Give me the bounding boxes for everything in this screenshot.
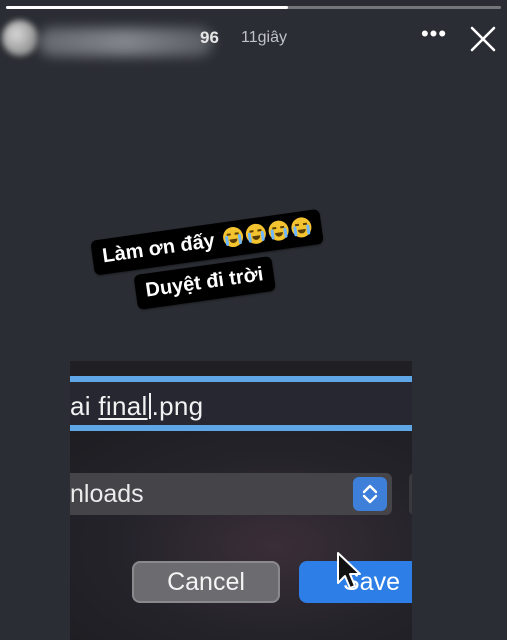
filename-extension: .png bbox=[151, 391, 204, 421]
location-stepper bbox=[353, 477, 387, 511]
close-button[interactable] bbox=[466, 22, 500, 56]
avatar[interactable] bbox=[2, 20, 38, 56]
sticker-text-1: Làm ơn đấy bbox=[100, 229, 217, 268]
crying-face-icon bbox=[221, 225, 245, 249]
crying-face-icon bbox=[289, 216, 313, 239]
story-photo: ai final .png nloads Cancel Save bbox=[70, 361, 412, 640]
story-progress-bar bbox=[6, 6, 501, 9]
cancel-button: Cancel bbox=[132, 561, 280, 603]
crying-face-icon bbox=[267, 219, 290, 242]
chevron-up-down-icon bbox=[362, 484, 378, 504]
filename-text: ai final .png bbox=[70, 391, 203, 422]
username-redacted bbox=[38, 28, 213, 56]
filename-selected: final bbox=[98, 391, 148, 421]
story-header: 96 11giây ••• bbox=[0, 14, 507, 60]
story-progress-fill bbox=[6, 6, 289, 9]
timestamp: 11giây bbox=[241, 29, 287, 46]
crying-face-icon bbox=[244, 222, 267, 246]
mouse-pointer-icon bbox=[337, 552, 361, 589]
filename-prefix: ai bbox=[70, 391, 99, 421]
location-popup: nloads bbox=[70, 473, 392, 515]
more-horizontal-icon: ••• bbox=[420, 21, 448, 46]
dialog-background bbox=[70, 431, 412, 640]
text-caret bbox=[148, 393, 151, 419]
adjacent-control-edge bbox=[409, 473, 412, 515]
text-sticker: Làm ơn đấy Duyệt đi trời bbox=[89, 196, 353, 336]
focus-ring-top bbox=[70, 376, 412, 382]
close-icon bbox=[470, 26, 496, 52]
more-options-button[interactable]: ••• bbox=[420, 21, 448, 50]
location-label: nloads bbox=[70, 480, 144, 508]
sticker-text-2: Duyệt đi trời bbox=[144, 263, 265, 302]
username[interactable]: 96 bbox=[200, 28, 219, 48]
